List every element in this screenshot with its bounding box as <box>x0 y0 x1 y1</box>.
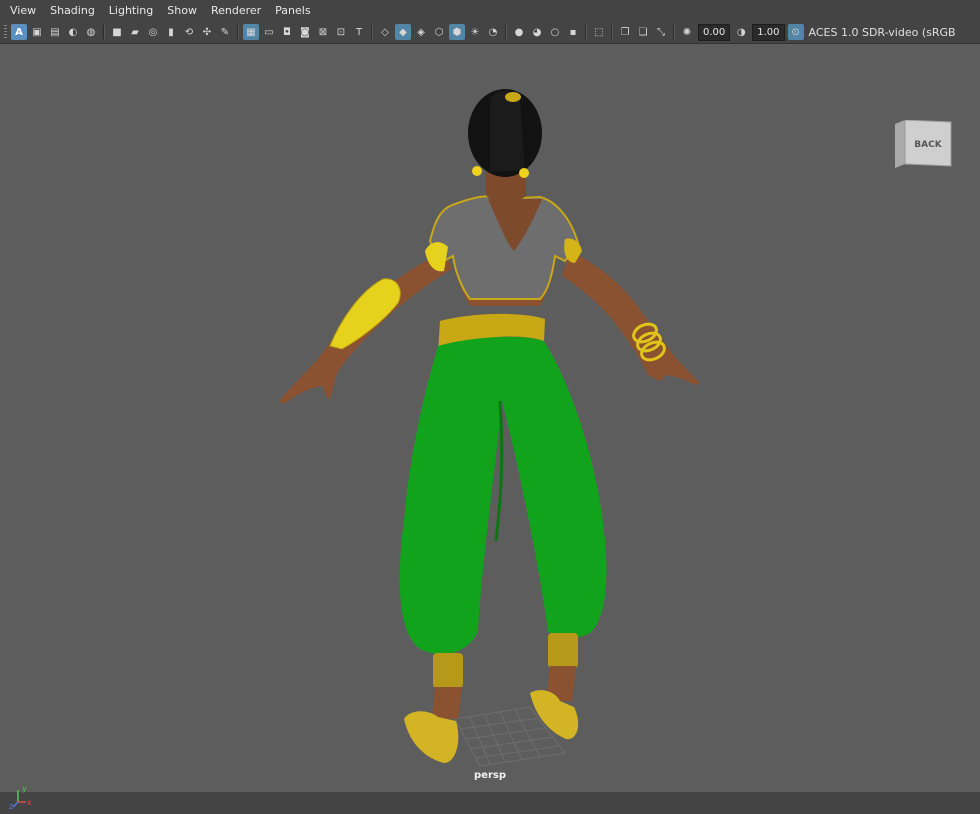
hair-bun <box>490 90 525 171</box>
bookmark-flag-icon[interactable]: ▮ <box>163 24 179 40</box>
wireframe-icon[interactable]: ◇ <box>377 24 393 40</box>
toolbar-separator <box>585 25 587 39</box>
film-gate-icon[interactable]: ◎ <box>145 24 161 40</box>
textured-icon[interactable]: ⬡ <box>431 24 447 40</box>
bookmarks-icon[interactable]: ▤ <box>47 24 63 40</box>
safe-title-icon[interactable]: ⊡ <box>333 24 349 40</box>
character-model[interactable] <box>0 44 980 793</box>
toolbar-separator <box>103 25 105 39</box>
twod-pan-icon[interactable]: ◍ <box>83 24 99 40</box>
left-earring <box>472 166 482 176</box>
exposure-icon[interactable]: ✺ <box>679 24 695 40</box>
camera-lock-icon[interactable]: ▰ <box>127 24 143 40</box>
field-chart-icon[interactable]: ◙ <box>297 24 313 40</box>
viewcube-graphic[interactable]: BACK <box>893 119 953 172</box>
viewport[interactable]: BACK y x z <box>0 43 980 811</box>
camera-name-label: persp <box>474 770 506 781</box>
camera-attributes-icon[interactable]: ▣ <box>29 24 45 40</box>
z-axis-label: z <box>9 802 13 810</box>
menu-renderer[interactable]: Renderer <box>204 0 268 22</box>
menu-panels[interactable]: Panels <box>268 0 317 22</box>
color-management-icon[interactable]: ⊙ <box>787 24 804 40</box>
left-leg <box>432 687 462 719</box>
exposure-field[interactable]: 0.00 <box>698 23 731 41</box>
isolate-icon[interactable]: ⬚ <box>591 24 607 40</box>
title-icon[interactable]: T <box>351 24 367 40</box>
hair-clip <box>505 92 521 102</box>
ambient-occlusion-icon[interactable]: ● <box>511 24 527 40</box>
toolbar-separator <box>237 25 239 39</box>
axis-gizmo: y x z <box>8 782 36 811</box>
left-ankle-cuff <box>433 653 463 688</box>
z-axis-line <box>12 801 19 808</box>
viewcube[interactable]: BACK <box>893 119 953 172</box>
gate-mask-icon[interactable]: ◘ <box>279 24 295 40</box>
right-ankle-cuff <box>548 633 578 668</box>
menu-show[interactable]: Show <box>160 0 204 22</box>
resolution-gate-icon[interactable]: ▭ <box>261 24 277 40</box>
menu-shading[interactable]: Shading <box>43 0 102 22</box>
xray-joints-icon[interactable]: ❏ <box>635 24 651 40</box>
lighting-icon[interactable]: ☀ <box>467 24 483 40</box>
grease-pencil-icon[interactable]: ✎ <box>217 24 233 40</box>
safe-action-icon[interactable]: ⊠ <box>315 24 331 40</box>
right-arm <box>562 251 700 385</box>
menu-lighting[interactable]: Lighting <box>102 0 160 22</box>
harem-pants <box>399 336 607 655</box>
x-axis-label: x <box>27 798 32 807</box>
anti-alias-icon[interactable]: ○ <box>547 24 563 40</box>
toolbar-separator <box>505 25 507 39</box>
use-all-lights-icon[interactable]: ⬢ <box>449 24 465 40</box>
toolbar-separator <box>371 25 373 39</box>
menu-view[interactable]: View <box>0 0 43 22</box>
wireframe-on-shaded-icon[interactable]: ◈ <box>413 24 429 40</box>
right-earring <box>519 168 529 178</box>
camera-icon[interactable]: ■ <box>109 24 125 40</box>
viewcube-face-label: BACK <box>914 140 942 150</box>
smooth-shade-icon[interactable]: ◆ <box>395 24 411 40</box>
depth-of-field-icon[interactable]: ▪ <box>565 24 581 40</box>
shadows-icon[interactable]: ◔ <box>485 24 501 40</box>
image-plane-icon[interactable]: ◐ <box>65 24 81 40</box>
gamma-icon[interactable]: ◑ <box>733 24 749 40</box>
panel-toolbar: A ▣ ▤ ◐ ◍ ■ ▰ ◎ ▮ ⟲ ✣ ✎ ▦ ▭ ◘ ◙ ⊠ ⊡ T ◇ … <box>0 22 980 42</box>
maya-viewport-panel: View Shading Lighting Show Renderer Pane… <box>0 0 980 811</box>
xray-icon[interactable]: ❐ <box>617 24 633 40</box>
backface-icon[interactable]: ⤡ <box>653 24 669 40</box>
toolbar-grip[interactable] <box>4 25 7 39</box>
toolbar-separator <box>673 25 675 39</box>
motion-blur-icon[interactable]: ◕ <box>529 24 545 40</box>
view-transform-label[interactable]: ACES 1.0 SDR-video (sRGB <box>809 26 956 39</box>
gamma-field[interactable]: 1.00 <box>752 23 785 41</box>
snap-icon[interactable]: ⟲ <box>181 24 197 40</box>
toolbar-separator <box>611 25 613 39</box>
panel-menubar: View Shading Lighting Show Renderer Pane… <box>0 0 980 22</box>
grid-icon[interactable]: ▦ <box>243 24 259 40</box>
xform-icon[interactable]: ✣ <box>199 24 215 40</box>
select-camera-icon[interactable]: A <box>11 24 27 40</box>
